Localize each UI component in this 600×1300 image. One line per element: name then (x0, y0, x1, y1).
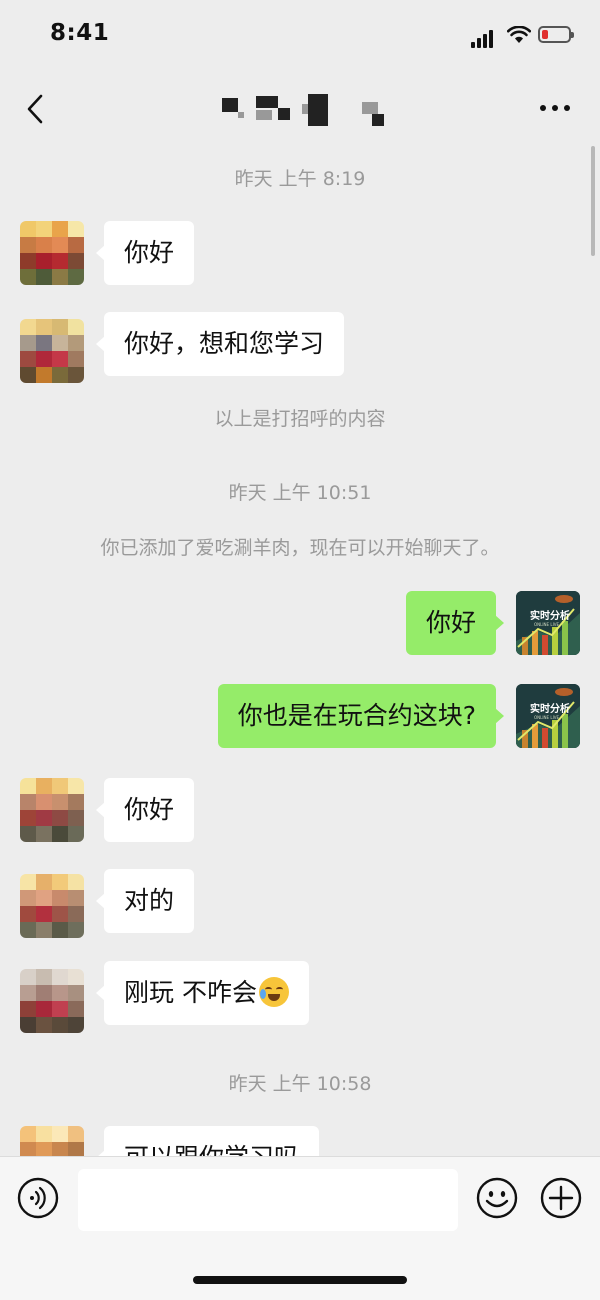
crying-laughing-emoji (258, 977, 289, 1007)
chat-header (0, 70, 600, 142)
my-avatar-sub: ONLINE LIVE (534, 715, 559, 720)
timestamp: 昨天 上午 10:58 (228, 1073, 372, 1095)
system-notice: 以上是打招呼的内容 (214, 408, 386, 430)
chevron-left-icon[interactable] (22, 92, 52, 126)
wifi-icon (507, 26, 531, 43)
system-notice: 你已添加了爱吃涮羊肉，现在可以开始聊天了。 (100, 537, 500, 559)
timestamp: 昨天 上午 10:51 (228, 482, 372, 504)
battery-icon (538, 26, 574, 43)
message-bubble-sent[interactable]: 你好 (405, 591, 505, 655)
message-bubble-received[interactable]: 你好 (95, 778, 195, 842)
my-avatar-text: 实时分析 (530, 609, 570, 622)
smiley-icon[interactable] (476, 1177, 518, 1219)
message-bubble-received[interactable]: 可以跟你学习吗 (95, 1126, 320, 1156)
message-bubble-received[interactable]: 你好，想和您学习 (95, 312, 345, 376)
contact-avatar[interactable] (20, 874, 84, 938)
contact-avatar[interactable] (20, 319, 84, 383)
message-bubble-received[interactable]: 对的 (95, 869, 195, 933)
timestamp: 昨天 上午 8:19 (234, 168, 366, 190)
status-bar: 8:41 (0, 0, 600, 70)
contact-avatar[interactable] (20, 969, 84, 1033)
contact-avatar[interactable] (20, 1126, 84, 1156)
my-avatar-sub: ONLINE LIVE (534, 622, 559, 627)
contact-avatar[interactable] (20, 778, 84, 842)
contact-name-pixelated[interactable] (222, 92, 392, 132)
my-avatar-text: 实时分析 (530, 702, 570, 715)
message-list[interactable]: 昨天 上午 8:19 你好 你好，想和您学习 以上是打招呼的内容 昨天 上午 1… (0, 142, 600, 1156)
signal-icon (471, 28, 497, 48)
my-avatar[interactable]: 实时分析 ONLINE LIVE (516, 684, 580, 748)
message-bubble-sent[interactable]: 你也是在玩合约这块? (217, 684, 505, 748)
ellipsis-icon[interactable] (538, 103, 572, 113)
contact-avatar[interactable] (20, 221, 84, 285)
voice-icon[interactable] (17, 1177, 59, 1219)
message-bubble-received[interactable]: 你好 (95, 221, 195, 285)
plus-icon[interactable] (540, 1177, 582, 1219)
message-input[interactable] (78, 1169, 458, 1231)
status-time: 8:41 (50, 20, 110, 46)
message-bubble-received[interactable]: 刚玩 不咋会 (96, 961, 309, 1025)
home-indicator[interactable] (193, 1276, 407, 1284)
message-text: 刚玩 不咋会 (124, 978, 257, 1007)
battery-level (542, 30, 548, 39)
my-avatar[interactable]: 实时分析 ONLINE LIVE (516, 591, 580, 655)
